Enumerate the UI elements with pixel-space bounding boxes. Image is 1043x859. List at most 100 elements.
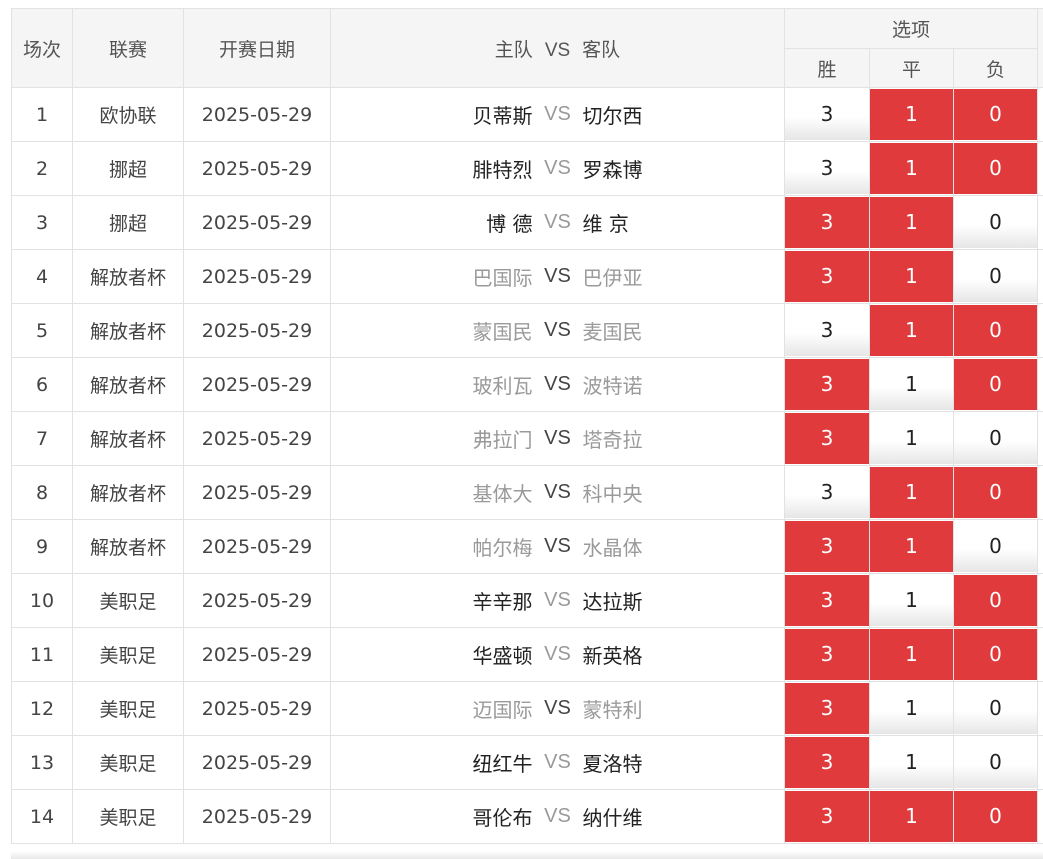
- option-win-button[interactable]: 3: [785, 575, 869, 626]
- option-lose-button[interactable]: 0: [954, 575, 1038, 626]
- option-lose-button[interactable]: 0: [954, 143, 1038, 194]
- option-win-button[interactable]: 3: [785, 251, 869, 302]
- home-team: 迈国际: [472, 698, 533, 722]
- option-lose-button[interactable]: 0: [954, 791, 1038, 842]
- extra-cell: [1037, 627, 1043, 682]
- match-teams: 基体大 VS 科中央: [330, 465, 785, 520]
- option-draw-button[interactable]: 1: [870, 575, 953, 626]
- match-number: 13: [11, 735, 73, 790]
- header-index: 场次: [11, 8, 73, 88]
- league-name: 解放者杯: [72, 519, 184, 574]
- option-lose-button[interactable]: 0: [954, 683, 1038, 734]
- option-win-cell: 3: [784, 411, 870, 466]
- option-lose-button[interactable]: 0: [954, 305, 1038, 356]
- match-teams: 哥伦布 VS 纳什维: [330, 789, 785, 844]
- vs-label: VS: [544, 751, 571, 773]
- match-date: 2025-05-29: [183, 141, 331, 196]
- vs-label: VS: [544, 427, 571, 449]
- option-win-button[interactable]: 3: [785, 197, 869, 248]
- option-win-button[interactable]: 3: [785, 467, 869, 518]
- option-win-button[interactable]: 3: [785, 521, 869, 572]
- option-draw-button[interactable]: 1: [870, 737, 953, 788]
- option-lose-button[interactable]: 0: [954, 359, 1038, 410]
- option-lose-cell: 0: [952, 303, 1039, 358]
- league-name: 解放者杯: [72, 249, 184, 304]
- option-win-button[interactable]: 3: [785, 737, 869, 788]
- league-name: 欧协联: [72, 87, 184, 142]
- option-draw-button[interactable]: 1: [870, 89, 953, 140]
- option-win-button[interactable]: 3: [785, 89, 869, 140]
- home-team: 哥伦布: [472, 806, 533, 830]
- option-lose-cell: 0: [952, 573, 1039, 628]
- match-date: 2025-05-29: [183, 465, 331, 520]
- home-team: 纽红牛: [472, 752, 533, 776]
- option-draw-button[interactable]: 1: [870, 143, 953, 194]
- option-win-cell: 3: [784, 519, 870, 574]
- option-win-cell: 3: [784, 141, 870, 196]
- away-team: 切尔西: [582, 104, 643, 128]
- home-team: 辛辛那: [472, 590, 533, 614]
- match-date: 2025-05-29: [183, 735, 331, 790]
- option-draw-button[interactable]: 1: [870, 413, 953, 464]
- match-date: 2025-05-29: [183, 789, 331, 844]
- option-draw-button[interactable]: 1: [870, 305, 953, 356]
- vs-label: VS: [544, 373, 571, 395]
- away-team: 麦国民: [582, 320, 643, 344]
- option-draw-cell: 1: [869, 357, 954, 412]
- option-lose-button[interactable]: 0: [954, 737, 1038, 788]
- option-win-button[interactable]: 3: [785, 683, 869, 734]
- option-lose-button[interactable]: 0: [954, 251, 1038, 302]
- option-win-button[interactable]: 3: [785, 143, 869, 194]
- option-draw-button[interactable]: 1: [870, 359, 953, 410]
- header-league: 联赛: [72, 8, 184, 88]
- match-teams: 蒙国民 VS 麦国民: [330, 303, 785, 358]
- option-win-cell: 3: [784, 573, 870, 628]
- option-lose-button[interactable]: 0: [954, 467, 1038, 518]
- option-draw-button[interactable]: 1: [870, 521, 953, 572]
- option-lose-cell: 0: [952, 249, 1039, 304]
- option-win-button[interactable]: 3: [785, 305, 869, 356]
- vs-label: VS: [544, 697, 571, 719]
- option-lose-button[interactable]: 0: [954, 89, 1038, 140]
- option-draw-button[interactable]: 1: [870, 467, 953, 518]
- league-name: 美职足: [72, 573, 184, 628]
- table-row: 2 挪超 2025-05-29 腓特烈 VS 罗森博 3 1 0: [11, 141, 1043, 196]
- table-row: 9 解放者杯 2025-05-29 帕尔梅 VS 水晶体 3 1 0: [11, 519, 1043, 574]
- option-draw-button[interactable]: 1: [870, 197, 953, 248]
- match-number: 11: [11, 627, 73, 682]
- match-number: 2: [11, 141, 73, 196]
- option-lose-cell: 0: [952, 357, 1039, 412]
- option-win-button[interactable]: 3: [785, 359, 869, 410]
- option-draw-cell: 1: [869, 681, 954, 736]
- match-number: 6: [11, 357, 73, 412]
- option-draw-button[interactable]: 1: [870, 791, 953, 842]
- option-draw-button[interactable]: 1: [870, 683, 953, 734]
- extra-cell: [1037, 357, 1043, 412]
- away-team: 新英格: [582, 644, 643, 668]
- match-teams: 贝蒂斯 VS 切尔西: [330, 87, 785, 142]
- header-vs: VS: [544, 39, 571, 61]
- option-win-button[interactable]: 3: [785, 629, 869, 680]
- option-lose-button[interactable]: 0: [954, 197, 1038, 248]
- extra-cell: [1037, 735, 1043, 790]
- option-win-button[interactable]: 3: [785, 791, 869, 842]
- option-lose-cell: 0: [952, 195, 1039, 250]
- option-draw-cell: 1: [869, 87, 954, 142]
- option-lose-button[interactable]: 0: [954, 521, 1038, 572]
- option-lose-button[interactable]: 0: [954, 629, 1038, 680]
- away-team: 维 京: [582, 212, 629, 236]
- option-win-button[interactable]: 3: [785, 413, 869, 464]
- vs-label: VS: [544, 805, 571, 827]
- header-opt-win: 胜: [784, 48, 870, 88]
- table-row: 4 解放者杯 2025-05-29 巴国际 VS 巴伊亚 3 1 0: [11, 249, 1043, 304]
- option-lose-button[interactable]: 0: [954, 413, 1038, 464]
- extra-cell: [1037, 465, 1043, 520]
- header-options: 选项: [783, 8, 1039, 49]
- match-number: 10: [11, 573, 73, 628]
- option-draw-button[interactable]: 1: [870, 251, 953, 302]
- header-opt-draw: 平: [869, 48, 954, 88]
- option-draw-cell: 1: [869, 195, 954, 250]
- option-draw-button[interactable]: 1: [870, 629, 953, 680]
- home-team: 巴国际: [472, 266, 533, 290]
- table-row: 13 美职足 2025-05-29 纽红牛 VS 夏洛特 3 1 0: [11, 735, 1043, 790]
